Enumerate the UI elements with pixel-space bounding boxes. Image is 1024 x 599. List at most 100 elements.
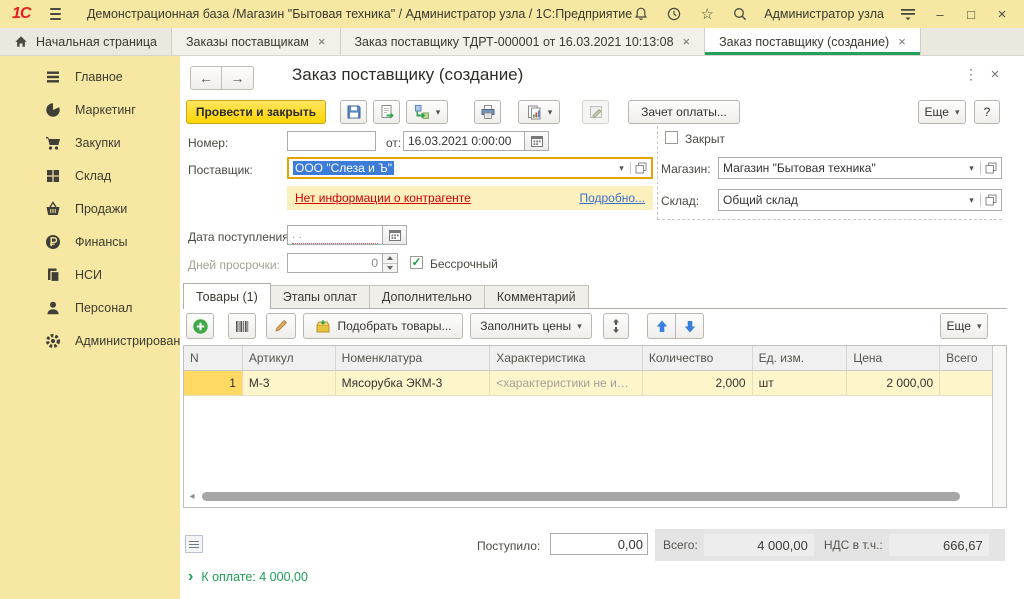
details-link[interactable]: Подробно... [579,191,645,205]
edit-row-button[interactable] [266,313,296,339]
tab-supplier-orders-list[interactable]: Заказы поставщикам × [172,28,341,55]
column-header[interactable]: Ед. изм. [753,346,848,370]
horizontal-scrollbar[interactable]: ◂ [186,490,990,502]
cell-line-number[interactable]: 1 [184,371,243,395]
tab-additional[interactable]: Дополнительно [370,285,485,309]
maximize-button[interactable]: □ [963,7,979,22]
save-button[interactable] [340,100,367,124]
form-close-icon[interactable]: × [986,64,1004,84]
barcode-scan-button[interactable] [228,313,256,339]
tab-supplier-order-saved[interactable]: Заказ поставщику ТДРТ-000001 от 16.03.20… [341,28,706,55]
dropdown-icon[interactable]: ▾ [613,163,630,174]
spinner-down-icon[interactable] [383,264,397,273]
close-window-button[interactable]: × [994,6,1010,23]
history-icon[interactable] [665,5,683,23]
vertical-scrollbar[interactable] [992,346,1006,507]
column-header[interactable]: Номенклатура [336,346,491,370]
column-header[interactable]: Характеристика [490,346,643,370]
column-header[interactable]: Артикул [243,346,336,370]
fit-rows-button[interactable] [603,313,629,339]
current-user[interactable]: Администратор узла [764,7,884,21]
fill-prices-button[interactable]: Заполнить цены ▾ [470,313,592,339]
date-calendar-button[interactable] [525,131,549,151]
store-combobox[interactable]: Магазин "Бытовая техника" ▾ [718,157,1002,179]
document-note-icon[interactable] [185,535,203,553]
receipt-date-calendar-button[interactable] [383,225,407,245]
document-date-input[interactable]: 16.03.2021 0:00:00 [403,131,525,151]
tab-close-icon[interactable]: × [898,34,906,49]
supplier-combobox[interactable]: ООО "Слеза и Ъ" ▾ [287,157,653,179]
column-header[interactable]: Всего [940,346,992,370]
service-menu-icon[interactable] [899,5,917,23]
help-button[interactable]: ? [974,100,1000,124]
scroll-left-icon[interactable]: ◂ [186,491,198,502]
edit-button[interactable] [582,100,609,124]
post-document-button[interactable] [373,100,400,124]
sidebar-item-main[interactable]: Главное [0,60,180,93]
cell-unit[interactable]: шт [753,371,848,395]
tab-supplier-order-new[interactable]: Заказ поставщику (создание) × [705,28,921,55]
tab-close-icon[interactable]: × [683,34,691,49]
form-more-button[interactable]: Еще ▾ [918,100,966,124]
tab-comment[interactable]: Комментарий [485,285,589,309]
closed-checkbox[interactable] [665,131,678,144]
cell-characteristic[interactable]: <характеристики не и… [490,371,643,395]
scrollbar-thumb[interactable] [202,492,960,501]
pick-goods-button[interactable]: Подобрать товары... [303,313,463,339]
number-input[interactable] [287,131,376,151]
sidebar-item-purchases[interactable]: Закупки [0,126,180,159]
search-icon[interactable] [731,5,749,23]
column-header[interactable]: Цена [847,346,940,370]
tab-payment-stages[interactable]: Этапы оплат [271,285,370,309]
create-based-on-button[interactable]: ▾ [406,100,448,124]
add-row-button[interactable] [186,313,214,339]
open-supplier-button[interactable] [631,162,651,174]
no-counterparty-info-link[interactable]: Нет информации о контрагенте [295,191,471,205]
form-kebab-menu-icon[interactable]: ⋮ [962,64,980,84]
received-input[interactable]: 0,00 [550,533,648,555]
sidebar-item-warehouse[interactable]: Склад [0,159,180,192]
sidebar-item-nsi[interactable]: НСИ [0,258,180,291]
cell-quantity[interactable]: 2,000 [643,371,753,395]
sidebar-item-personnel[interactable]: Персонал [0,291,180,324]
notifications-bell-icon[interactable] [632,5,650,23]
post-and-close-button[interactable]: Провести и закрыть [186,100,326,124]
receipt-date-input[interactable]: . . [287,225,383,245]
table-more-button[interactable]: Еще ▾ [940,313,988,339]
nav-forward-button[interactable]: → [222,66,254,90]
warehouse-combobox[interactable]: Общий склад ▾ [718,189,1002,211]
sidebar-item-administration[interactable]: Администрирование [0,324,180,357]
column-header[interactable]: N [184,346,243,370]
sidebar-item-finance[interactable]: Финансы [0,225,180,258]
payment-offset-button[interactable]: Зачет оплаты... [628,100,740,124]
overdue-days-input[interactable]: 0 [287,253,383,273]
move-row-down-button[interactable] [675,313,704,339]
tab-close-icon[interactable]: × [318,34,326,49]
perpetual-checkbox[interactable]: ✓ [410,256,423,269]
cell-price[interactable]: 2 000,00 [847,371,940,395]
cell-total[interactable] [940,371,992,395]
cell-nomenclature[interactable]: Мясорубка ЭКМ-3 [336,371,491,395]
open-warehouse-button[interactable] [981,194,1001,206]
move-row-up-button[interactable] [647,313,676,339]
open-store-button[interactable] [981,162,1001,174]
table-row[interactable]: 1 М-3 Мясорубка ЭКМ-3 <характеристики не… [184,371,992,396]
sidebar-item-marketing[interactable]: Маркетинг [0,93,180,126]
overdue-days-spinner[interactable] [383,253,398,273]
tab-home[interactable]: Начальная страница [0,28,172,55]
favorites-star-icon[interactable]: ☆ [698,5,716,23]
reports-button[interactable]: ▾ [518,100,560,124]
column-header[interactable]: Количество [643,346,753,370]
cell-article[interactable]: М-3 [243,371,336,395]
minimize-button[interactable]: – [932,7,948,22]
dropdown-icon[interactable]: ▾ [963,163,980,174]
to-pay-expander[interactable]: › К оплате: 4 000,00 [188,569,308,585]
nav-back-button[interactable]: ← [190,66,222,90]
supplier-label: Поставщик: [188,163,253,177]
spinner-up-icon[interactable] [383,254,397,264]
main-menu-icon[interactable] [50,8,60,20]
tab-goods[interactable]: Товары (1) [183,283,271,309]
sidebar-item-sales[interactable]: Продажи [0,192,180,225]
print-button[interactable] [474,100,501,124]
dropdown-icon[interactable]: ▾ [963,195,980,206]
